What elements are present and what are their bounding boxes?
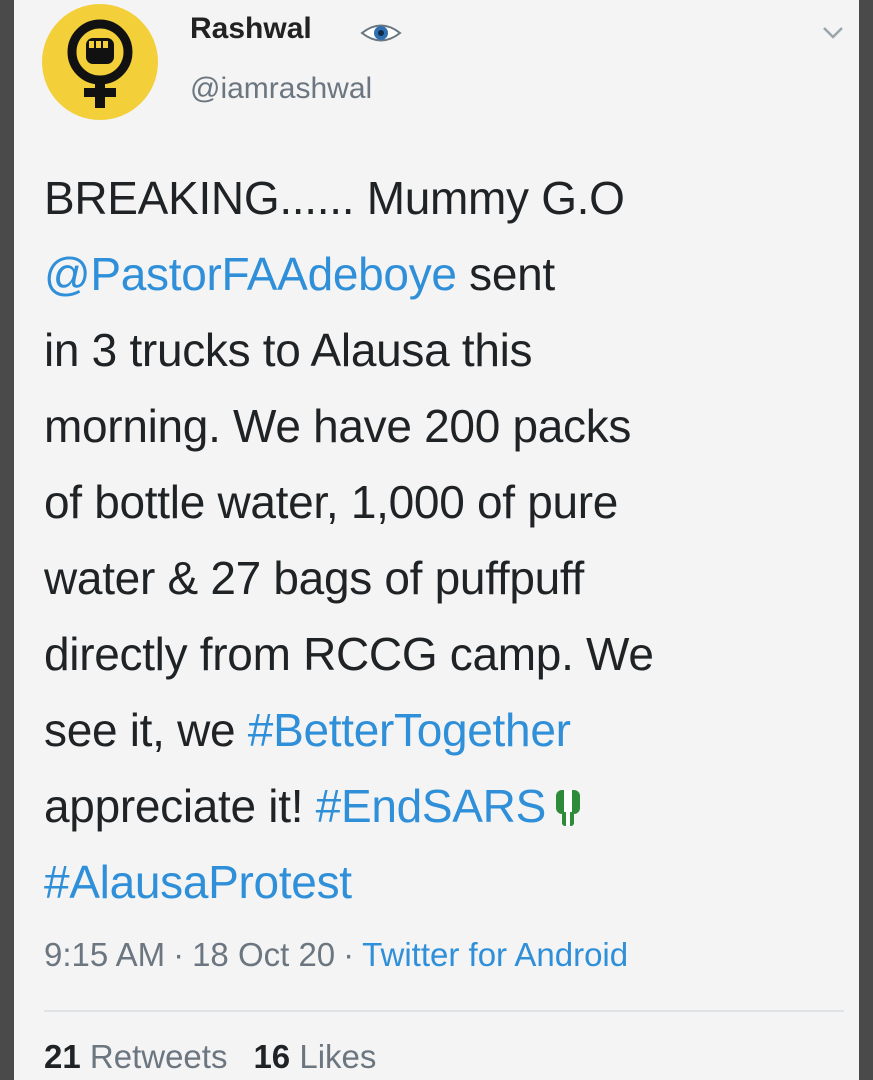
avatar[interactable] (42, 4, 158, 120)
tweet-stats: 21 Retweets 16 Likes (44, 1038, 376, 1076)
tweet-card: Rashwal @iamrashwal BREAKING...... Mummy… (14, 0, 859, 1080)
retweets-count: 21 (44, 1038, 81, 1075)
tweet-line: morning. We have 200 packs (44, 400, 632, 452)
divider (44, 1010, 844, 1012)
meta-separator: · (173, 936, 185, 973)
tweet-text: BREAKING...... Mummy G.O @PastorFAAdeboy… (44, 160, 849, 920)
green-white-fist-icon (555, 790, 580, 826)
tweet-text-span: sent (456, 248, 555, 300)
tweet-line: appreciate it! #EndSARS (44, 768, 849, 844)
hashtag-link[interactable]: #EndSARS (316, 780, 547, 832)
tweet-meta: 9:15 AM · 18 Oct 20 · Twitter for Android (44, 936, 628, 974)
tweet-text-span: appreciate it! (44, 780, 316, 832)
venus-fist-icon (67, 19, 133, 108)
tweet-line: in 3 trucks to Alausa this (44, 324, 533, 376)
tweet-line: directly from RCCG camp. We (44, 628, 654, 680)
hashtag-link[interactable]: #AlausaProtest (44, 856, 352, 908)
author-name[interactable]: Rashwal (190, 12, 312, 46)
likes-label: Likes (299, 1038, 377, 1075)
hashtag-link[interactable]: #BetterTogether (248, 704, 571, 756)
retweets-label: Retweets (89, 1038, 228, 1075)
likes-count: 16 (253, 1038, 291, 1075)
likes-stat[interactable]: 16 Likes (253, 1038, 376, 1075)
tweet-line: @PastorFAAdeboye sent (44, 236, 849, 312)
tweet-source-link[interactable]: Twitter for Android (362, 936, 628, 973)
tweet-line: see it, we #BetterTogether (44, 692, 849, 768)
eye-icon (360, 24, 402, 42)
author-handle[interactable]: @iamrashwal (190, 72, 372, 106)
tweet-date[interactable]: 18 Oct 20 (192, 936, 335, 973)
meta-separator: · (343, 936, 355, 973)
retweets-stat[interactable]: 21 Retweets (44, 1038, 227, 1075)
chevron-down-icon[interactable] (822, 26, 844, 40)
tweet-text-span: see it, we (44, 704, 248, 756)
tweet-line: water & 27 bags of puffpuff (44, 552, 585, 604)
tweet-line: BREAKING...... Mummy G.O (44, 172, 625, 224)
tweet-line: of bottle water, 1,000 of pure (44, 476, 619, 528)
tweet-line: #AlausaProtest (44, 844, 849, 920)
tweet-time[interactable]: 9:15 AM (44, 936, 165, 973)
mention-link[interactable]: @PastorFAAdeboye (44, 248, 457, 300)
